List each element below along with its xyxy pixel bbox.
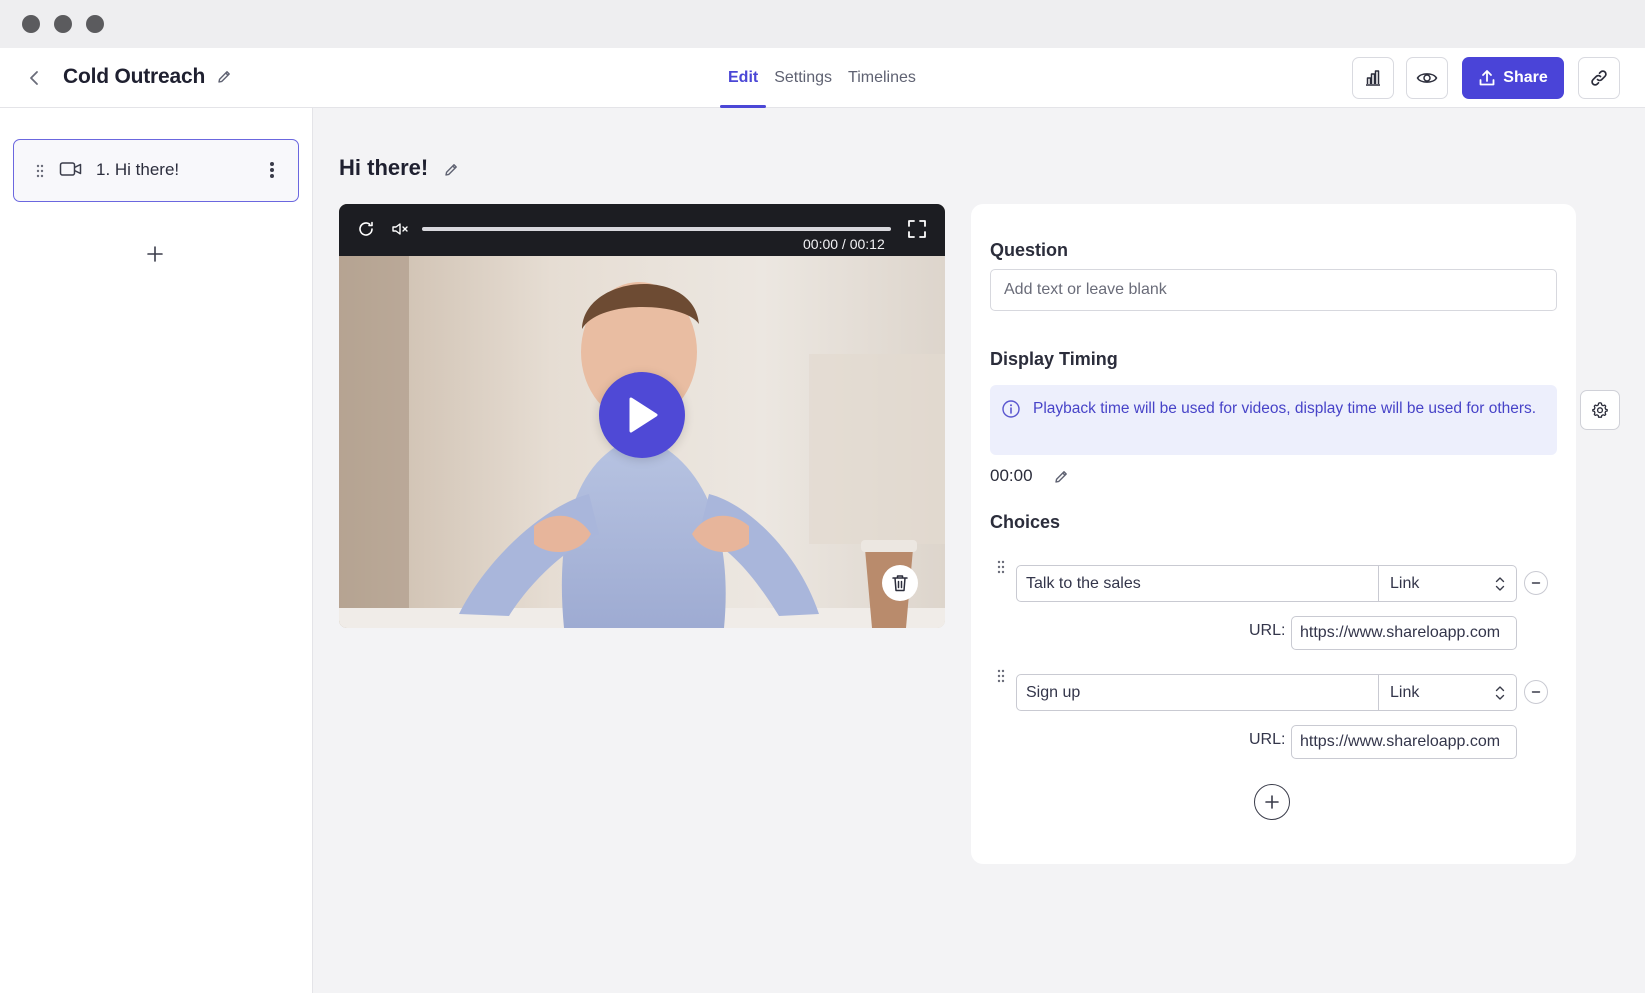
gear-icon xyxy=(1592,402,1608,418)
share-button[interactable]: Share xyxy=(1462,57,1564,99)
replay-button[interactable] xyxy=(355,218,377,240)
copy-link-button[interactable] xyxy=(1578,57,1620,99)
question-label: Question xyxy=(990,240,1069,260)
window-titlebar xyxy=(0,0,1645,48)
video-control-bar: 00:00 / 00:12 xyxy=(339,204,945,256)
choice-text-input[interactable] xyxy=(1016,674,1379,711)
replay-icon xyxy=(359,221,373,236)
display-timing-label: Display Timing xyxy=(990,349,1118,369)
volume-muted-icon xyxy=(392,223,408,235)
settings-button[interactable] xyxy=(1580,390,1620,430)
back-button[interactable] xyxy=(22,66,46,90)
minus-icon xyxy=(1531,691,1541,693)
timing-info-text: Playback time will be used for videos, d… xyxy=(1033,400,1537,417)
video-progress-bar[interactable] xyxy=(422,227,891,231)
add-choice-button[interactable] xyxy=(1254,784,1290,820)
main-tabs: Edit Settings Timelines xyxy=(720,48,924,108)
choices-label: Choices xyxy=(990,512,1061,532)
display-timing-value: 00:00 xyxy=(990,466,1033,485)
minus-icon xyxy=(1531,582,1541,584)
mute-button[interactable] xyxy=(389,218,411,240)
share-label: Share xyxy=(1503,69,1548,86)
choice-type-value: Link xyxy=(1390,683,1420,701)
fullscreen-icon xyxy=(908,220,926,238)
tab-edit[interactable]: Edit xyxy=(720,48,767,108)
edit-project-title-button[interactable] xyxy=(214,67,234,87)
remove-choice-button[interactable] xyxy=(1524,680,1548,704)
choice-text-input[interactable] xyxy=(1016,565,1379,602)
choice-url-label: URL: xyxy=(1249,622,1286,639)
project-title: Cold Outreach xyxy=(63,65,206,88)
sidebar-item-step-1[interactable]: 1. Hi there! xyxy=(13,139,299,202)
tab-timelines[interactable]: Timelines xyxy=(840,48,924,108)
link-icon xyxy=(1591,70,1607,86)
play-icon xyxy=(629,397,658,433)
analytics-button[interactable] xyxy=(1352,57,1394,99)
pencil-icon xyxy=(218,71,230,83)
plus-icon xyxy=(147,246,163,262)
remove-choice-button[interactable] xyxy=(1524,571,1548,595)
choice-url-input[interactable] xyxy=(1291,616,1517,650)
steps-sidebar: 1. Hi there! xyxy=(0,108,313,993)
drag-handle[interactable] xyxy=(34,162,46,180)
timing-info-box: Playback time will be used for videos, d… xyxy=(990,385,1557,455)
edit-step-title-button[interactable] xyxy=(441,160,461,180)
sidebar-item-label: 1. Hi there! xyxy=(96,160,180,179)
choice-type-value: Link xyxy=(1390,574,1420,592)
eye-icon xyxy=(1416,73,1438,83)
edit-timing-button[interactable] xyxy=(1051,467,1071,487)
top-header: Cold Outreach Edit Settings Timelines Sh… xyxy=(0,48,1645,108)
choice-drag-handle[interactable] xyxy=(995,667,1007,685)
chevron-up-down-icon xyxy=(1495,686,1505,700)
pencil-icon xyxy=(445,164,457,176)
video-camera-icon xyxy=(59,160,83,183)
window-close-button[interactable] xyxy=(22,15,40,33)
trash-icon xyxy=(892,575,908,592)
choice-type-select[interactable]: Link xyxy=(1379,674,1517,711)
more-vertical-icon xyxy=(270,162,274,178)
fullscreen-button[interactable] xyxy=(905,217,929,241)
play-button[interactable] xyxy=(599,372,685,458)
step-title: Hi there! xyxy=(339,155,429,180)
plus-icon xyxy=(1265,795,1279,809)
pencil-icon xyxy=(1055,471,1067,483)
drag-dots-icon xyxy=(36,164,44,178)
upload-icon xyxy=(1479,70,1495,86)
drag-dots-icon xyxy=(997,560,1005,574)
preview-button[interactable] xyxy=(1406,57,1448,99)
window-minimize-button[interactable] xyxy=(54,15,72,33)
choice-type-select[interactable]: Link xyxy=(1379,565,1517,602)
choice-drag-handle[interactable] xyxy=(995,558,1007,576)
drag-dots-icon xyxy=(997,669,1005,683)
bar-chart-icon xyxy=(1366,70,1380,86)
choice-url-label: URL: xyxy=(1249,731,1286,748)
add-step-button[interactable] xyxy=(141,240,169,268)
video-player[interactable]: 00:00 / 00:12 xyxy=(339,204,945,628)
question-input[interactable] xyxy=(990,269,1557,311)
delete-video-button[interactable] xyxy=(882,565,918,601)
window-maximize-button[interactable] xyxy=(86,15,104,33)
video-time: 00:00 / 00:12 xyxy=(803,236,885,252)
interaction-panel: Question Display Timing Playback time wi… xyxy=(971,204,1576,864)
info-icon xyxy=(1001,399,1021,419)
tab-settings[interactable]: Settings xyxy=(766,48,840,108)
chevron-left-icon xyxy=(30,71,38,85)
choice-url-input[interactable] xyxy=(1291,725,1517,759)
chevron-up-down-icon xyxy=(1495,577,1505,591)
step-more-button[interactable] xyxy=(264,158,280,182)
